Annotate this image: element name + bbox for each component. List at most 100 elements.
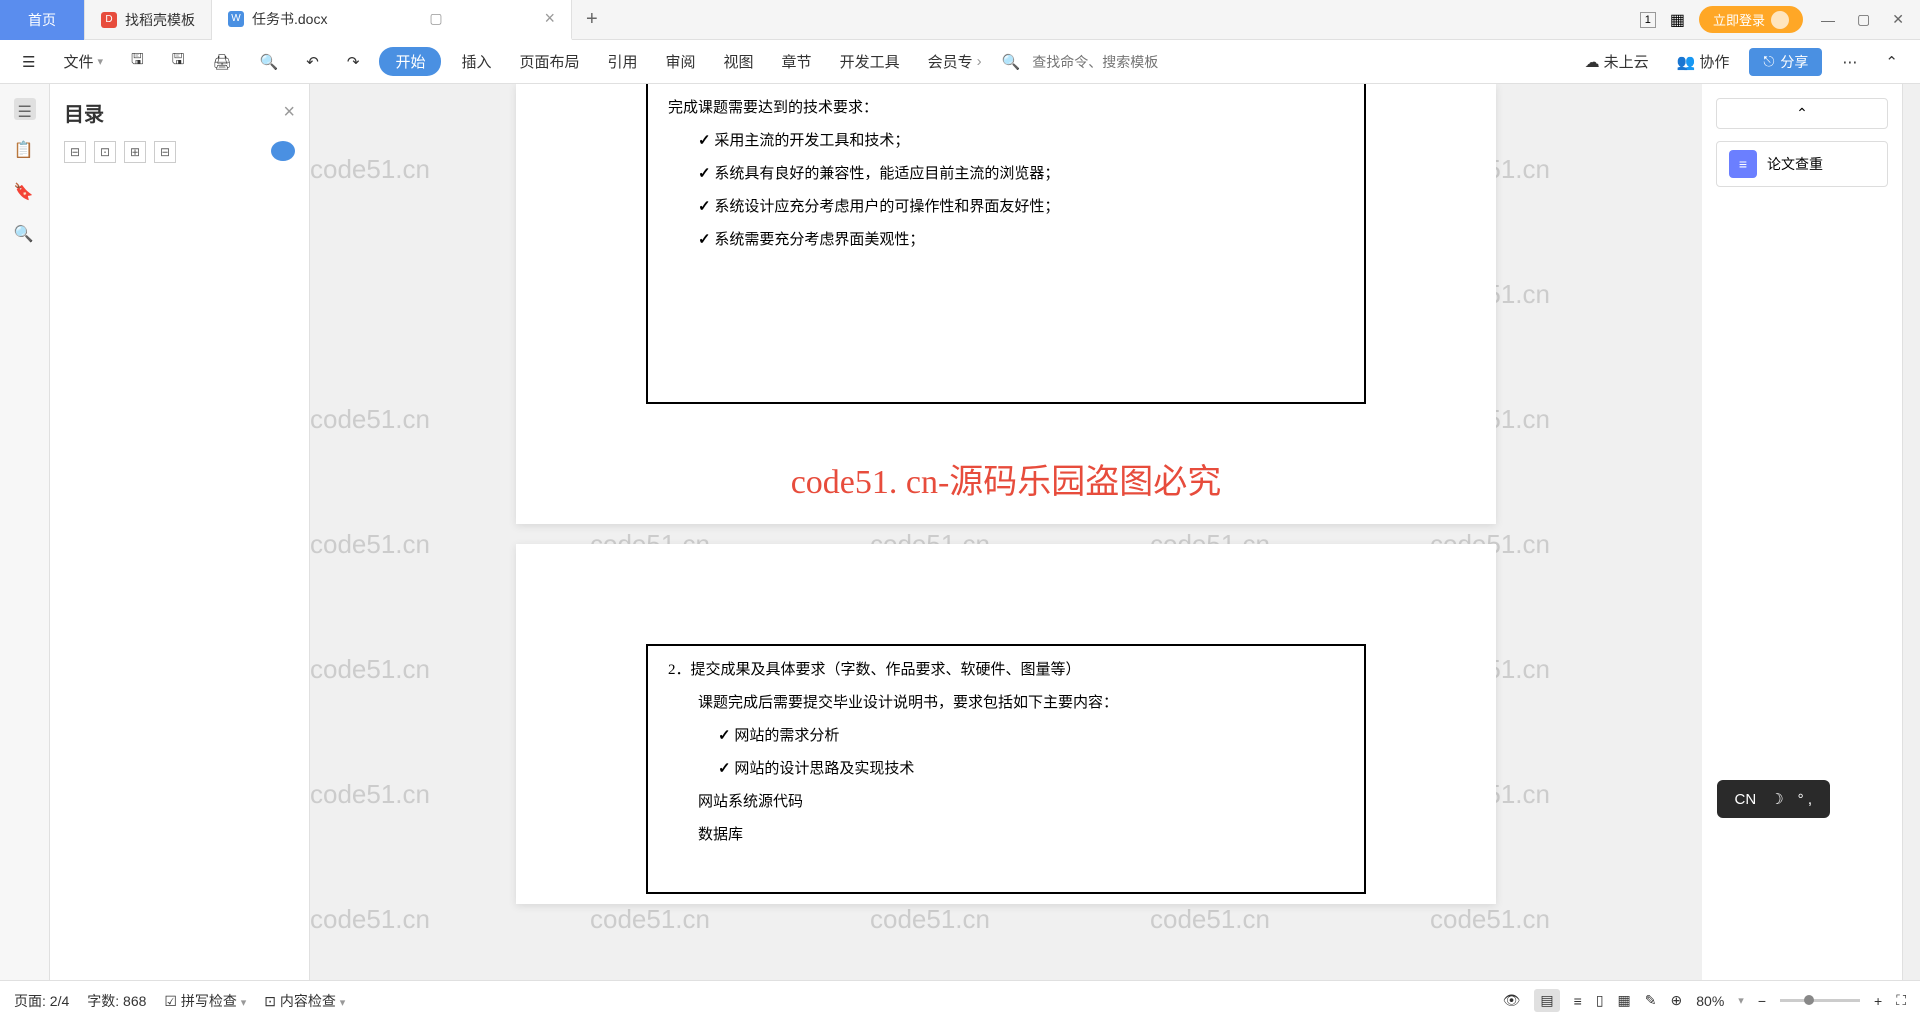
find-icon[interactable]: 🔍 — [14, 224, 36, 246]
vertical-scrollbar[interactable] — [1902, 84, 1920, 980]
doc-text: 课题完成后需要提交毕业设计说明书，要求包括如下主要内容： — [668, 687, 1344, 720]
watermark: code51.cn — [310, 904, 430, 935]
more-icon[interactable]: ⋯ — [1834, 49, 1865, 75]
close-window-icon[interactable]: ✕ — [1888, 7, 1908, 32]
save-as-icon[interactable]: 🖫 — [164, 45, 193, 78]
new-tab-button[interactable]: + — [572, 8, 612, 31]
layout-icon[interactable]: 1 — [1640, 12, 1656, 28]
outline-title: 目录 — [64, 98, 104, 127]
redo-icon[interactable]: ↷ — [339, 49, 368, 75]
tab-label: 找稻壳模板 — [125, 10, 195, 30]
save-icon[interactable]: 🖫 — [123, 45, 152, 78]
view-reading-icon[interactable]: ▯ — [1596, 992, 1604, 1009]
page-indicator[interactable]: 页面: 2/4 — [14, 991, 69, 1011]
edit-icon[interactable]: ✎ — [1645, 992, 1657, 1009]
zoom-dropdown[interactable]: ▾ — [1738, 994, 1744, 1007]
tab-devtools[interactable]: 开发工具 — [832, 47, 908, 76]
word-count[interactable]: 字数: 868 — [87, 991, 146, 1011]
fold-icon: ⌃ — [1796, 105, 1808, 122]
preview-icon[interactable]: 🔍 — [252, 49, 287, 75]
tab-review[interactable]: 审阅 — [658, 47, 704, 76]
login-button[interactable]: 立即登录 — [1699, 6, 1803, 33]
zoom-out-icon[interactable]: − — [1758, 993, 1766, 1009]
tab-maximize-icon[interactable]: ▢ — [429, 10, 442, 27]
left-sidebar: ☰ 📋 🔖 🔍 — [0, 84, 50, 980]
clipboard-icon[interactable]: 📋 — [14, 140, 36, 162]
cloud-status[interactable]: ☁未上云 — [1577, 47, 1657, 76]
watermark: code51.cn — [310, 654, 430, 685]
zoom-fit-icon[interactable]: ⊕ — [1671, 992, 1683, 1009]
statusbar-right: 👁 ▤ ≡ ▯ ▦ ✎ ⊕ 80% ▾ − + ⛶ — [1503, 989, 1906, 1012]
tab-reference[interactable]: 引用 — [600, 47, 646, 76]
tab-document[interactable]: W 任务书.docx ▢ × — [212, 0, 572, 40]
share-button[interactable]: ⎋分享 — [1749, 48, 1822, 76]
close-icon[interactable]: × — [544, 8, 555, 29]
content-check-toggle[interactable]: ⊡ 内容检查 ▾ — [264, 991, 345, 1011]
cloud-icon: ☁ — [1585, 53, 1600, 71]
view-outline-icon[interactable]: ≡ — [1574, 993, 1582, 1009]
share-icon: ⎋ — [1763, 53, 1774, 70]
expand-all-icon[interactable]: ⊡ — [94, 141, 116, 163]
tab-member[interactable]: 会员专› — [920, 47, 990, 76]
ime-mode: ° , — [1798, 791, 1812, 808]
chevron-up-icon[interactable]: ⌃ — [1877, 49, 1906, 75]
zoom-slider[interactable] — [1780, 999, 1860, 1002]
watermark: code51.cn — [590, 904, 710, 935]
button-label: 论文查重 — [1767, 154, 1823, 174]
maximize-icon[interactable]: ▢ — [1853, 7, 1874, 32]
fullscreen-icon[interactable]: ⛶ — [1896, 992, 1906, 1009]
view-web-icon[interactable]: ▦ — [1618, 992, 1631, 1009]
tab-insert[interactable]: 插入 — [453, 47, 499, 76]
watermark: code51.cn — [1430, 904, 1550, 935]
undo-icon[interactable]: ↶ — [298, 49, 327, 75]
watermark: code51.cn — [310, 529, 430, 560]
ime-lang: CN — [1735, 791, 1757, 808]
search-input[interactable] — [1032, 54, 1202, 70]
avatar-icon — [1771, 11, 1789, 29]
outline-icon[interactable]: ☰ — [14, 98, 36, 120]
fold-button[interactable]: ⌃ — [1716, 98, 1888, 129]
apps-icon[interactable]: ▦ — [1670, 10, 1685, 30]
word-icon: W — [228, 11, 244, 27]
titlebar-right: 1 ▦ 立即登录 — ▢ ✕ — [1640, 6, 1920, 33]
watermark-banner: code51. cn-源码乐园盗图必究 — [576, 454, 1436, 503]
chat-icon[interactable] — [271, 141, 295, 161]
moon-icon: ☽ — [1770, 790, 1783, 808]
tab-layout[interactable]: 页面布局 — [511, 47, 587, 76]
content-area: ☰ 📋 🔖 🔍 目录 × ⊟ ⊡ ⊞ ⊟ code51.cn code51.cn… — [0, 84, 1920, 980]
tab-chapter[interactable]: 章节 — [774, 47, 820, 76]
template-icon: D — [101, 12, 117, 28]
outline-tools: ⊟ ⊡ ⊞ ⊟ — [64, 141, 295, 163]
people-icon: 👥 — [1677, 53, 1696, 71]
menu-icon[interactable]: ☰ — [14, 49, 43, 75]
zoom-in-icon[interactable]: + — [1874, 993, 1882, 1009]
collapse-all-icon[interactable]: ⊟ — [64, 141, 86, 163]
plagiarism-check-button[interactable]: ≡ 论文查重 — [1716, 141, 1888, 187]
outline-header: 目录 × — [64, 98, 295, 127]
tab-home[interactable]: 首页 — [0, 0, 85, 40]
watermark: code51.cn — [1150, 904, 1270, 935]
ime-indicator[interactable]: CN ☽ ° , — [1717, 780, 1830, 818]
titlebar: 首页 D 找稻壳模板 W 任务书.docx ▢ × + 1 ▦ 立即登录 — ▢… — [0, 0, 1920, 40]
doc-text: 网站的需求分析 — [668, 720, 1344, 753]
outline-panel: 目录 × ⊟ ⊡ ⊞ ⊟ — [50, 84, 310, 980]
bookmark-icon[interactable]: 🔖 — [14, 182, 36, 204]
remove-item-icon[interactable]: ⊟ — [154, 141, 176, 163]
login-label: 立即登录 — [1713, 10, 1765, 29]
close-outline-icon[interactable]: × — [283, 101, 295, 124]
tab-template[interactable]: D 找稻壳模板 — [85, 0, 212, 40]
print-icon[interactable]: 🖨 — [205, 49, 240, 75]
add-item-icon[interactable]: ⊞ — [124, 141, 146, 163]
document-viewport[interactable]: code51.cn code51.cn code51.cn code51.cn … — [310, 84, 1702, 980]
check-icon: ☑ — [164, 993, 177, 1009]
doc-heading: 2．提交成果及具体要求（字数、作品要求、软硬件、图量等） — [668, 654, 1344, 687]
eye-icon[interactable]: 👁 — [1503, 992, 1521, 1009]
tab-view[interactable]: 视图 — [716, 47, 762, 76]
minimize-icon[interactable]: — — [1817, 8, 1839, 32]
view-page-icon[interactable]: ▤ — [1534, 989, 1559, 1012]
file-menu[interactable]: 文件 ▾ — [55, 47, 111, 76]
collab-button[interactable]: 👥协作 — [1669, 47, 1738, 76]
spellcheck-toggle[interactable]: ☑ 拼写检查 ▾ — [164, 991, 246, 1011]
tab-start[interactable]: 开始 — [379, 47, 441, 76]
zoom-level[interactable]: 80% — [1696, 993, 1724, 1009]
